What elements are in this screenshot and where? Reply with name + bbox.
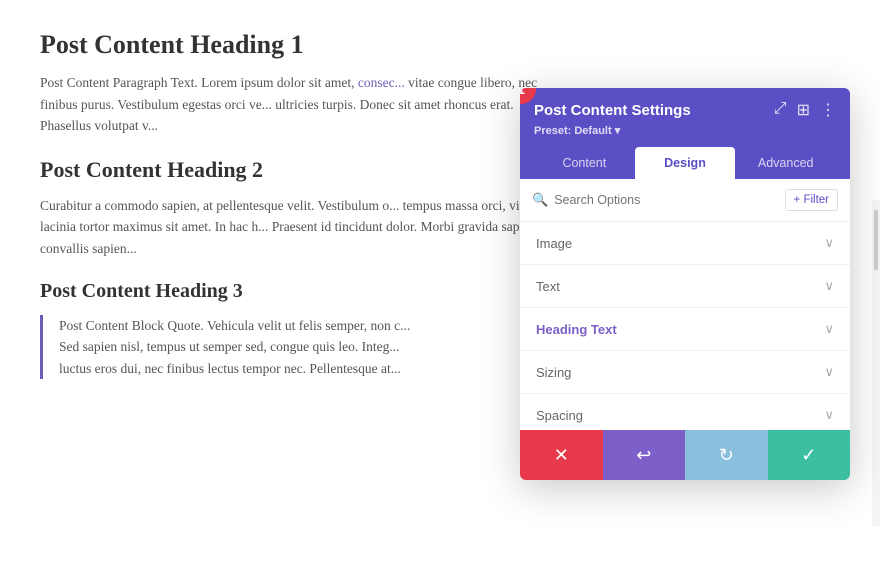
panel-header-icons: ⤢ ⊞ ⋮ <box>774 100 836 120</box>
tab-advanced[interactable]: Advanced <box>735 147 836 179</box>
heading-3: Post Content Heading 3 <box>40 280 540 303</box>
section-text-label: Text <box>536 279 560 294</box>
section-image[interactable]: Image ∨ <box>520 222 850 265</box>
search-input[interactable] <box>554 193 778 207</box>
chevron-down-icon: ∨ <box>824 278 834 294</box>
section-sizing-label: Sizing <box>536 365 571 380</box>
panel-preset[interactable]: Preset: Default ▾ <box>534 124 836 137</box>
action-bar: ✕ ↩ ↻ ✓ <box>520 430 850 480</box>
heading-1: Post Content Heading 1 <box>40 30 540 60</box>
chevron-down-icon: ∨ <box>824 235 834 251</box>
filter-button[interactable]: + Filter <box>785 189 838 211</box>
scrollbar-thumb <box>874 210 878 270</box>
tab-content[interactable]: Content <box>534 147 635 179</box>
cancel-button[interactable]: ✕ <box>520 430 603 480</box>
more-icon[interactable]: ⋮ <box>820 100 836 120</box>
section-text[interactable]: Text ∨ <box>520 265 850 308</box>
redo-button[interactable]: ↻ <box>685 430 768 480</box>
columns-icon[interactable]: ⊞ <box>797 100 810 120</box>
panel-tabs: Content Design Advanced <box>534 147 836 179</box>
preset-arrow: ▾ <box>615 125 621 137</box>
content-area: Post Content Heading 1 Post Content Para… <box>40 30 540 379</box>
expand-icon[interactable]: ⤢ <box>774 100 787 120</box>
chevron-down-icon: ∨ <box>824 321 834 337</box>
search-bar: 🔍 + Filter <box>520 179 850 222</box>
reset-button[interactable]: ↩ <box>603 430 686 480</box>
scrollbar[interactable] <box>872 200 880 526</box>
section-image-label: Image <box>536 236 572 251</box>
paragraph-2: Curabitur a commodo sapien, at pellentes… <box>40 195 540 260</box>
chevron-down-icon: ∨ <box>824 364 834 380</box>
preset-label: Preset: Default <box>534 125 612 137</box>
search-icon: 🔍 <box>532 192 548 208</box>
section-sizing[interactable]: Sizing ∨ <box>520 351 850 394</box>
blockquote: Post Content Block Quote. Vehicula velit… <box>40 315 540 380</box>
settings-panel: 1 Post Content Settings ⤢ ⊞ ⋮ Preset: De… <box>520 88 850 480</box>
heading-2: Post Content Heading 2 <box>40 157 540 183</box>
paragraph-1: Post Content Paragraph Text. Lorem ipsum… <box>40 72 540 137</box>
section-spacing-label: Spacing <box>536 408 583 423</box>
search-input-wrap: 🔍 <box>532 192 779 208</box>
chevron-down-icon: ∨ <box>824 407 834 423</box>
panel-header: 1 Post Content Settings ⤢ ⊞ ⋮ Preset: De… <box>520 88 850 179</box>
section-heading-text-label: Heading Text <box>536 322 617 337</box>
panel-title: Post Content Settings <box>534 102 691 119</box>
panel-header-top: Post Content Settings ⤢ ⊞ ⋮ <box>534 100 836 120</box>
save-button[interactable]: ✓ <box>768 430 851 480</box>
section-heading-text[interactable]: Heading Text ∨ <box>520 308 850 351</box>
tab-design[interactable]: Design <box>635 147 736 179</box>
